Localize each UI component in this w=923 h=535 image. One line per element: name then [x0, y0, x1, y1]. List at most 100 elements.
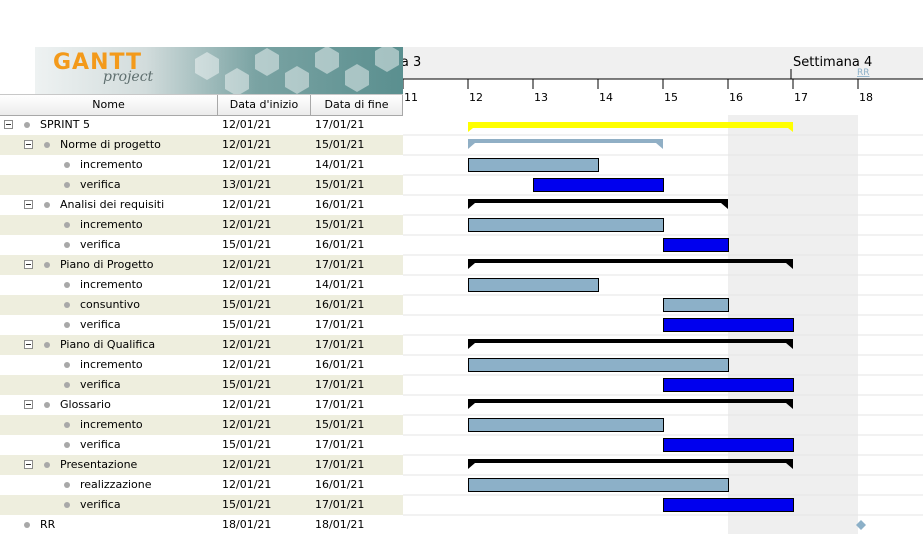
summary-bar[interactable] — [468, 339, 793, 343]
table-row[interactable]: Presentazione 12/01/21 17/01/21 — [0, 455, 403, 475]
table-row[interactable]: Analisi dei requisiti 12/01/21 16/01/21 — [0, 195, 403, 215]
table-row[interactable]: realizzazione 12/01/21 16/01/21 — [0, 475, 403, 495]
summary-bar[interactable] — [468, 199, 728, 203]
collapse-toggle-icon[interactable] — [24, 460, 33, 469]
table-row[interactable]: RR 18/01/21 18/01/21 — [0, 515, 403, 535]
task-start-date: 12/01/21 — [222, 338, 272, 351]
task-name[interactable]: verifica — [80, 315, 121, 335]
table-row[interactable]: verifica 13/01/21 15/01/21 — [0, 175, 403, 195]
task-name[interactable]: verifica — [80, 375, 121, 395]
summary-bar-start-marker — [468, 343, 475, 349]
verify-task-bar[interactable] — [663, 238, 729, 252]
task-name[interactable]: Glossario — [60, 395, 111, 415]
task-name[interactable]: realizzazione — [80, 475, 152, 495]
task-name[interactable]: incremento — [80, 155, 143, 175]
task-name[interactable]: SPRINT 5 — [40, 115, 90, 135]
collapse-toggle-icon[interactable] — [24, 200, 33, 209]
task-bar[interactable] — [468, 418, 664, 432]
column-header-start[interactable]: Data d'inizio — [218, 95, 311, 115]
task-name[interactable]: RR — [40, 515, 55, 535]
table-row[interactable]: incremento 12/01/21 14/01/21 — [0, 155, 403, 175]
verify-task-bar[interactable] — [533, 178, 664, 192]
table-row[interactable]: Piano di Qualifica 12/01/21 17/01/21 — [0, 335, 403, 355]
task-start-date: 18/01/21 — [222, 518, 272, 531]
task-bullet-icon — [64, 322, 70, 328]
task-end-date: 16/01/21 — [315, 298, 365, 311]
task-table-header: Nome Data d'inizio Data di fine — [0, 94, 403, 116]
task-name[interactable]: verifica — [80, 435, 121, 455]
table-row[interactable]: verifica 15/01/21 17/01/21 — [0, 375, 403, 395]
table-row[interactable]: incremento 12/01/21 15/01/21 — [0, 415, 403, 435]
task-name[interactable]: Norme di progetto — [60, 135, 161, 155]
table-row[interactable]: verifica 15/01/21 17/01/21 — [0, 315, 403, 335]
table-row[interactable]: Norme di progetto 12/01/21 15/01/21 — [0, 135, 403, 155]
task-name[interactable]: verifica — [80, 235, 121, 255]
task-name[interactable]: Presentazione — [60, 455, 137, 475]
task-name[interactable]: incremento — [80, 355, 143, 375]
summary-bar[interactable] — [468, 399, 793, 403]
table-row[interactable]: incremento 12/01/21 16/01/21 — [0, 355, 403, 375]
table-row[interactable]: verifica 15/01/21 16/01/21 — [0, 235, 403, 255]
verify-task-bar[interactable] — [663, 318, 794, 332]
table-row[interactable]: verifica 15/01/21 17/01/21 — [0, 495, 403, 515]
task-bar[interactable] — [468, 358, 729, 372]
table-row[interactable]: incremento 12/01/21 14/01/21 — [0, 275, 403, 295]
day-label: 11 — [404, 91, 418, 104]
task-name[interactable]: verifica — [80, 175, 121, 195]
task-name[interactable]: incremento — [80, 275, 143, 295]
day-label: 12 — [469, 91, 483, 104]
summary-bar[interactable] — [468, 459, 793, 463]
verify-task-bar[interactable] — [663, 378, 794, 392]
task-name[interactable]: Analisi dei requisiti — [60, 195, 164, 215]
summary-bar-start-marker — [468, 463, 475, 469]
collapse-toggle-icon[interactable] — [4, 120, 13, 129]
task-name[interactable]: verifica — [80, 495, 121, 515]
table-row[interactable]: incremento 12/01/21 15/01/21 — [0, 215, 403, 235]
task-end-date: 16/01/21 — [315, 358, 365, 371]
task-bar[interactable] — [468, 478, 729, 492]
collapse-toggle-icon[interactable] — [24, 400, 33, 409]
task-name[interactable]: Piano di Qualifica — [60, 335, 155, 355]
task-bar[interactable] — [468, 218, 664, 232]
task-end-date: 15/01/21 — [315, 218, 365, 231]
task-bullet-icon — [44, 402, 50, 408]
verify-task-bar[interactable] — [663, 498, 794, 512]
collapse-toggle-icon[interactable] — [24, 260, 33, 269]
task-name[interactable]: incremento — [80, 215, 143, 235]
task-end-date: 16/01/21 — [315, 198, 365, 211]
task-start-date: 15/01/21 — [222, 438, 272, 451]
gantt-chart[interactable]: Settimana 3Settimana 4RR1112131415161718 — [403, 47, 923, 534]
task-name[interactable]: incremento — [80, 415, 143, 435]
task-name[interactable]: Piano di Progetto — [60, 255, 153, 275]
task-end-date: 14/01/21 — [315, 278, 365, 291]
task-bullet-icon — [44, 142, 50, 148]
task-end-date: 16/01/21 — [315, 478, 365, 491]
verify-task-bar[interactable] — [663, 438, 794, 452]
column-header-name[interactable]: Nome — [0, 95, 218, 115]
task-start-date: 12/01/21 — [222, 278, 272, 291]
table-row[interactable]: consuntivo 15/01/21 16/01/21 — [0, 295, 403, 315]
table-row[interactable]: SPRINT 5 12/01/21 17/01/21 — [0, 115, 403, 135]
summary-bar[interactable] — [468, 139, 663, 143]
collapse-toggle-icon[interactable] — [24, 340, 33, 349]
table-row[interactable]: Piano di Progetto 12/01/21 17/01/21 — [0, 255, 403, 275]
day-label: 18 — [859, 91, 873, 104]
task-bar[interactable] — [468, 278, 599, 292]
day-label: 14 — [599, 91, 613, 104]
task-bullet-icon — [64, 502, 70, 508]
task-bar[interactable] — [468, 158, 599, 172]
table-row[interactable]: Glossario 12/01/21 17/01/21 — [0, 395, 403, 415]
task-name[interactable]: consuntivo — [80, 295, 140, 315]
collapse-toggle-icon[interactable] — [24, 140, 33, 149]
summary-bar-start-marker — [468, 403, 475, 409]
summary-bar[interactable] — [468, 259, 793, 263]
task-end-date: 17/01/21 — [315, 438, 365, 451]
task-end-date: 17/01/21 — [315, 458, 365, 471]
column-header-end[interactable]: Data di fine — [311, 95, 403, 115]
task-start-date: 15/01/21 — [222, 238, 272, 251]
task-bar[interactable] — [663, 298, 729, 312]
task-start-date: 12/01/21 — [222, 478, 272, 491]
table-row[interactable]: verifica 15/01/21 17/01/21 — [0, 435, 403, 455]
task-bullet-icon — [64, 382, 70, 388]
project-bar[interactable] — [468, 122, 793, 128]
